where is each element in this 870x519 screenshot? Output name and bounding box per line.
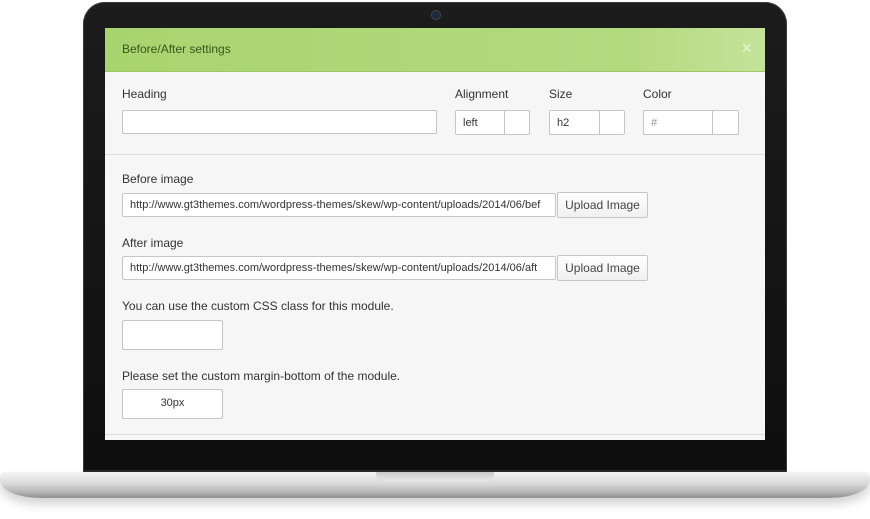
select-divider [599,111,600,134]
heading-input[interactable] [122,110,437,134]
color-swatch-divider [712,111,713,134]
before-image-url-input[interactable]: http://www.gt3themes.com/wordpress-theme… [122,193,556,217]
color-label: Color [643,87,672,101]
after-image-label: After image [122,236,184,250]
css-class-input[interactable] [122,320,223,350]
alignment-select[interactable]: left [455,110,530,135]
section-divider [105,434,765,435]
margin-bottom-label: Please set the custom margin-bottom of t… [122,369,401,383]
heading-label: Heading [122,87,167,101]
color-picker[interactable]: # [643,110,739,135]
dialog-title: Before/After settings [122,42,231,56]
laptop-notch [376,472,494,481]
alignment-label: Alignment [455,87,509,101]
after-image-url-input[interactable]: http://www.gt3themes.com/wordpress-theme… [122,256,556,280]
close-icon[interactable]: × [741,38,752,58]
before-image-label: Before image [122,172,194,186]
camera-icon [432,11,440,19]
css-class-label: You can use the custom CSS class for thi… [122,299,394,313]
margin-bottom-input[interactable]: 30px [122,389,223,419]
after-upload-button[interactable]: Upload Image [557,255,648,281]
before-upload-button[interactable]: Upload Image [557,192,648,218]
size-label: Size [549,87,573,101]
settings-dialog: Before/After settings × Heading Alignmen… [105,28,765,440]
size-value: h2 [557,117,570,129]
color-placeholder: # [651,117,658,129]
section-divider [105,154,765,155]
alignment-value: left [463,117,478,129]
size-select[interactable]: h2 [549,110,625,135]
dialog-header: Before/After settings × [105,28,765,72]
select-divider [504,111,505,134]
